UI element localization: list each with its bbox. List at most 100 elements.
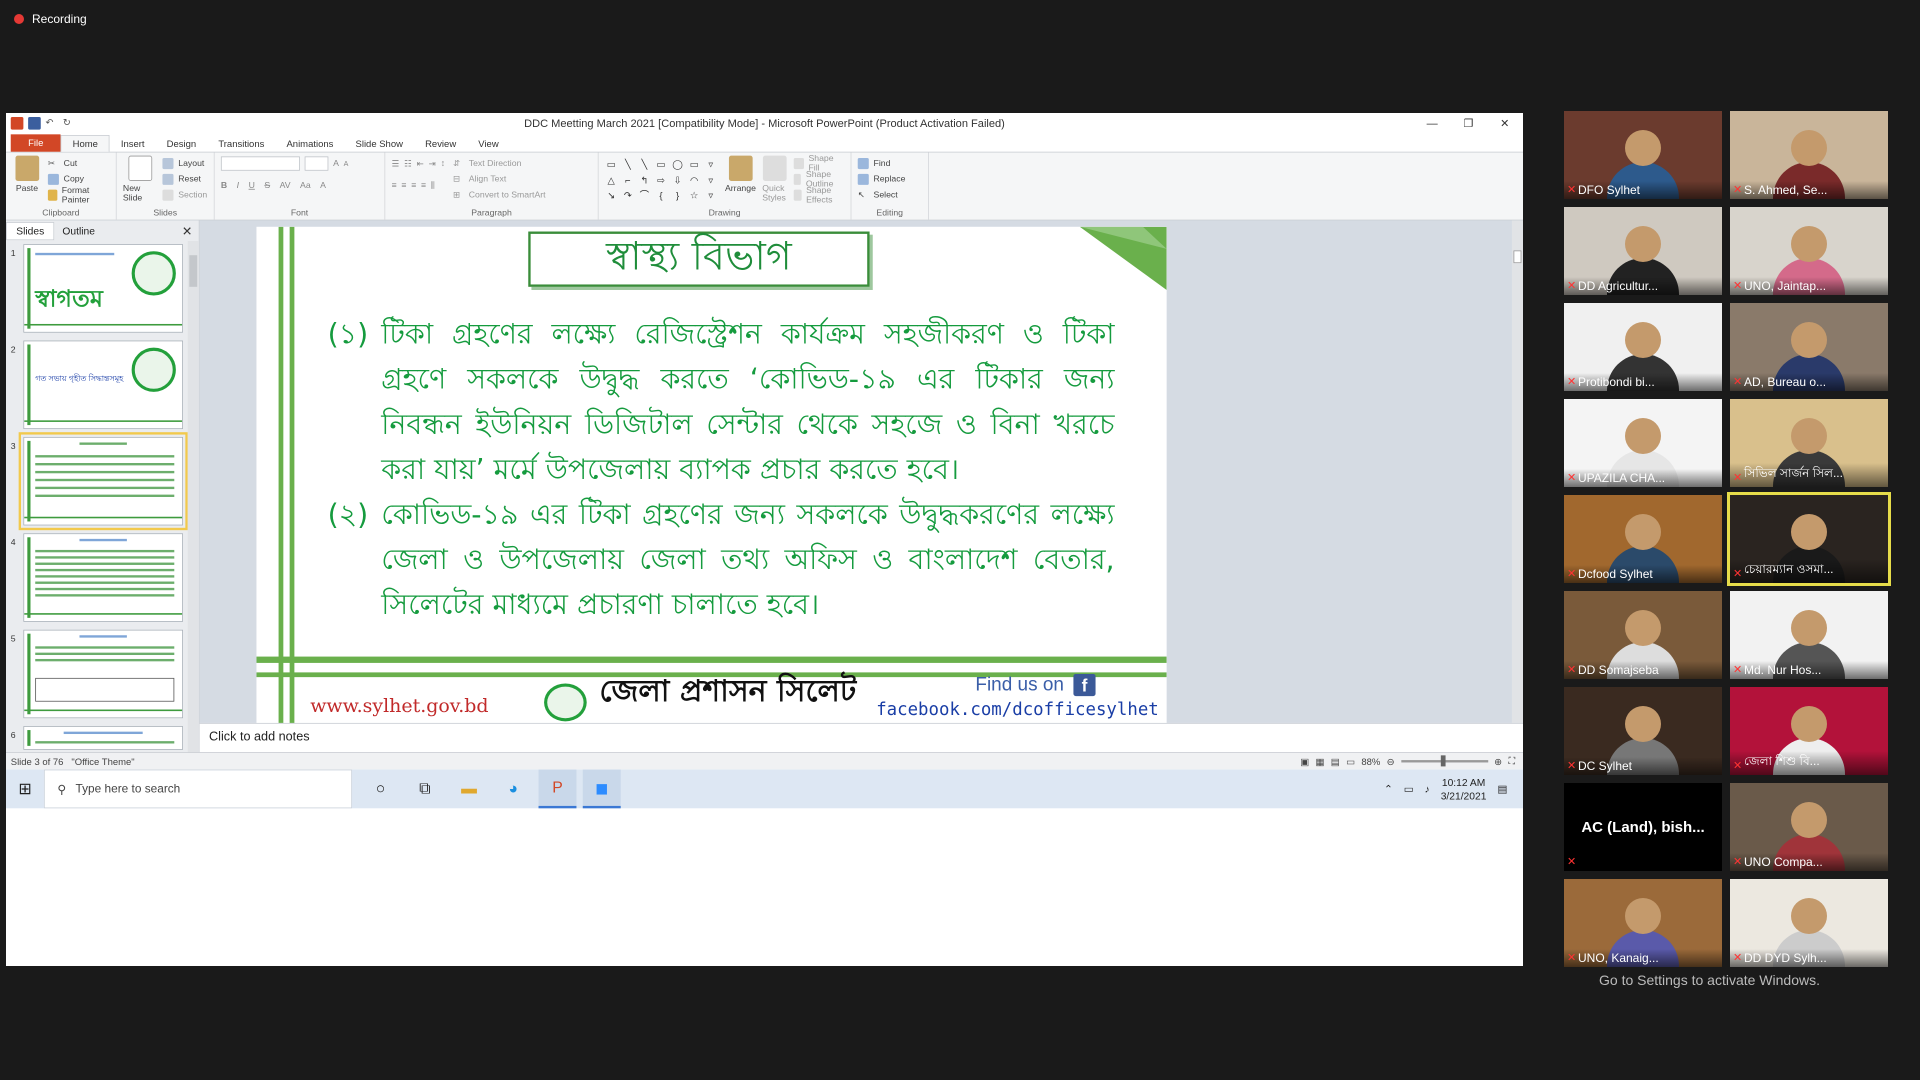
line-spacing-icon[interactable]: ↕ [441,159,445,168]
zoom-slider[interactable] [1400,755,1488,767]
font-family-combo[interactable] [220,156,300,171]
participant-tile[interactable]: Dcfood Sylhet ✕ [1564,495,1722,583]
align-center-icon[interactable]: ≡ [401,181,406,190]
participant-tile[interactable]: চেয়ারম্যান ওসমা... ✕ [1727,492,1891,586]
tab-review[interactable]: Review [414,136,467,152]
participant-tile[interactable]: S. Ahmed, Se... ✕ [1730,111,1888,199]
character-spacing-icon[interactable]: AV [280,181,291,190]
notifications-icon[interactable]: ▤ [1497,783,1507,796]
slide-scrollbar[interactable] [1511,220,1523,723]
participant-tile[interactable]: DD Somajseba ✕ [1564,591,1722,679]
tab-design[interactable]: Design [156,136,208,152]
decrease-indent-icon[interactable]: ⇤ [417,158,424,168]
change-case-icon[interactable]: Aa [300,181,311,190]
fit-slide-icon[interactable]: ⛶ [1508,755,1515,767]
bullets-icon[interactable]: ☰ [392,158,400,168]
powerpoint-taskbar-icon[interactable]: P [538,769,577,809]
convert-smartart-button[interactable]: ⊞ Convert to SmartArt [453,187,546,203]
paste-button[interactable]: Paste [12,155,41,203]
strikethrough-icon[interactable]: S [264,181,270,190]
participant-tile[interactable]: DC Sylhet ✕ [1564,687,1722,775]
tab-animations[interactable]: Animations [275,136,344,152]
participant-tile[interactable]: DD Agricultur... ✕ [1564,207,1722,295]
font-color-icon[interactable]: A [320,181,326,190]
slide-thumbnail-3[interactable] [18,432,188,531]
windows-start-icon[interactable]: ⊞ [6,770,44,809]
participant-tile[interactable]: AD, Bureau o... ✕ [1730,303,1888,391]
normal-view-icon[interactable]: ▣ [1300,756,1309,767]
tab-file[interactable]: File [10,134,61,152]
slide-thumbnail-5[interactable] [23,629,183,719]
tab-transitions[interactable]: Transitions [207,136,275,152]
slide-thumbnail-4[interactable] [23,533,183,622]
chevron-up-icon[interactable]: ⌃ [1384,783,1393,796]
new-slide-button[interactable]: New Slide [123,155,158,203]
zoom-out-icon[interactable]: ⊖ [1387,756,1395,767]
restore-icon[interactable]: ❐ [1450,113,1486,134]
volume-icon[interactable]: ♪ [1425,783,1430,795]
tab-home[interactable]: Home [60,135,110,152]
participant-tile[interactable]: DFO Sylhet ✕ [1564,111,1722,199]
cut-button[interactable]: ✂ Cut [48,156,110,172]
thumbnails-scrollbar[interactable] [187,240,199,753]
cortana-icon[interactable]: ○ [362,770,400,809]
clock[interactable]: 10:12 AM 3/21/2021 [1441,775,1487,802]
close-icon[interactable]: ✕ [1487,113,1523,134]
slide-thumbnail-2[interactable]: গত সভায় গৃহীত সিদ্ধান্তসমূহ [23,340,183,430]
shrink-font-icon[interactable]: A [344,160,349,168]
slide-sorter-icon[interactable]: ▦ [1316,756,1325,767]
tab-slides[interactable]: Slides [6,221,55,240]
tab-outline[interactable]: Outline [55,225,103,237]
notes-pane[interactable]: Click to add notes [199,722,1523,753]
shape-effects-button[interactable]: Shape Effects [793,186,844,205]
layout-button[interactable]: Layout [162,156,207,172]
bold-icon[interactable]: B [221,181,227,190]
increase-indent-icon[interactable]: ⇥ [429,158,436,168]
text-direction-button[interactable]: ⇵ Text Direction [453,156,546,172]
align-right-icon[interactable]: ≡ [411,181,416,190]
slide-thumbnail-1[interactable]: স্বাগতম [23,244,183,333]
file-explorer-icon[interactable]: ▬ [450,770,488,809]
participant-tile[interactable]: জেলা শিশু বি... ✕ [1730,687,1888,775]
participant-tile[interactable]: Protibondi bi... ✕ [1564,303,1722,391]
taskbar-search[interactable]: ⚲ Type here to search [43,769,353,809]
underline-icon[interactable]: U [249,181,255,190]
participant-tile[interactable]: DD DYD Sylh... ✕ [1730,879,1888,967]
numbering-icon[interactable]: ☷ [404,158,412,168]
arrange-button[interactable]: Arrange [725,155,756,203]
quick-styles-button[interactable]: Quick Styles [762,155,787,203]
participant-tile[interactable]: UPAZILA CHA... ✕ [1564,399,1722,487]
zoom-level[interactable]: 88% [1361,756,1380,767]
participant-tile[interactable]: UNO, Kanaig... ✕ [1564,879,1722,967]
participant-tile[interactable]: UNO Compa... ✕ [1730,783,1888,871]
columns-icon[interactable]: ⫼ [431,181,435,191]
font-size-combo[interactable] [304,156,329,171]
shapes-gallery[interactable]: ▭ ╲ ╲ ▭ ◯ ▭ ▿ △ ⌐ ↰ ⇨ ⇩ ◠ ▿ ↘ ↷ ⌒{} ☆ ▿ [605,159,719,203]
align-text-button[interactable]: ⊟ Align Text [453,171,546,187]
network-icon[interactable]: ▭ [1404,783,1414,796]
participant-tile[interactable]: UNO, Jaintap... ✕ [1730,207,1888,295]
edge-icon[interactable]: ◕ [494,770,532,809]
tab-insert[interactable]: Insert [110,136,156,152]
participant-tile[interactable]: AC (Land), bish... ✕ [1564,783,1722,871]
tab-view[interactable]: View [467,136,510,152]
italic-icon[interactable]: I [237,181,239,190]
align-left-icon[interactable]: ≡ [392,181,397,190]
slideshow-icon[interactable]: ▭ [1346,756,1355,767]
replace-button[interactable]: Replace [857,171,922,187]
zoom-in-icon[interactable]: ⊕ [1494,756,1502,767]
task-view-icon[interactable]: ⧉ [406,770,444,809]
slide-thumbnail-6[interactable] [23,726,183,750]
minimize-icon[interactable]: — [1414,113,1450,134]
select-button[interactable]: ↖ Select [858,187,922,203]
section-button[interactable]: Section [162,187,207,203]
current-slide[interactable]: স্বাস্থ্য বিভাগ (১) টিকা গ্রহণের লক্ষ্যে… [256,226,1167,723]
justify-icon[interactable]: ≡ [421,181,426,190]
participant-tile[interactable]: সিভিল সার্জন সিল... ✕ [1730,399,1888,487]
participant-tile[interactable]: Md. Nur Hos... ✕ [1730,591,1888,679]
close-panel-icon[interactable]: ✕ [182,224,193,240]
tab-slide-show[interactable]: Slide Show [344,136,414,152]
find-button[interactable]: Find [857,156,922,172]
zoom-app-icon[interactable]: ◼ [582,769,621,809]
format-painter-button[interactable]: Format Painter [47,186,110,205]
